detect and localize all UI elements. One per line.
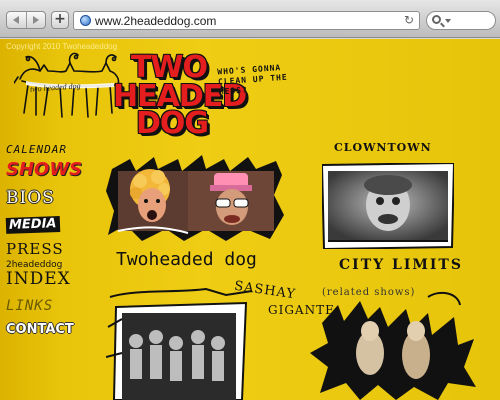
logo-title[interactable]: TWO HEADED DOG: [113, 50, 247, 141]
clowntown-subtitle[interactable]: CITY LIMITS: [339, 257, 463, 273]
clowntown-panel[interactable]: [320, 161, 456, 251]
nav-bios-link[interactable]: BIOS: [6, 188, 55, 208]
featured-shows: Twoheaded dog CLOWNTOWN CITY LIMITS SASH…: [88, 137, 500, 400]
logo-title-line-3: DOG: [135, 106, 209, 141]
related-shows-panel[interactable]: [308, 287, 478, 400]
nav-press-link[interactable]: PRESS: [6, 240, 64, 258]
twoheadeddog-photo: [106, 155, 284, 241]
search-field[interactable]: [426, 11, 496, 30]
related-shows-art: [310, 291, 476, 400]
sashay-vertical-title[interactable]: GIGANTE: [268, 303, 334, 318]
clowntown-photo: [320, 161, 456, 251]
twoheadeddog-panel[interactable]: [106, 155, 286, 241]
nav-contact-link[interactable]: CONTACT: [6, 322, 74, 338]
logo-title-line-1: TWO: [130, 50, 208, 85]
clowntown-title[interactable]: CLOWNTOWN: [334, 141, 432, 154]
url-text[interactable]: www.2headeddog.com: [95, 14, 216, 28]
nav-media-link[interactable]: MEDIA: [5, 216, 60, 234]
new-tab-button[interactable]: +: [51, 11, 69, 29]
nav-index-link[interactable]: INDEX: [6, 269, 71, 289]
browser-toolbar: + www.2headeddog.com ↻: [0, 0, 500, 38]
forward-button[interactable]: [25, 12, 46, 28]
logo-question: WHO'S GONNA CLEAN UP THE MESS?: [217, 63, 288, 97]
nav-calendar-link[interactable]: CALENDAR: [6, 143, 67, 156]
forward-arrow-icon: [32, 16, 39, 24]
nav-shows-link[interactable]: SHOWS: [6, 160, 82, 180]
back-button[interactable]: [7, 12, 26, 28]
web-page: Copyright 2010 Twoheadeddog two headed d…: [0, 39, 500, 400]
globe-icon: [80, 15, 91, 26]
reload-icon[interactable]: ↻: [404, 13, 414, 28]
sashay-panel[interactable]: [105, 287, 254, 400]
sashay-photo: [105, 287, 253, 400]
back-arrow-icon: [13, 16, 20, 24]
chevron-down-icon[interactable]: [445, 19, 451, 23]
nav-links-link[interactable]: LINKS: [6, 298, 53, 315]
search-icon: [432, 15, 441, 24]
address-bar[interactable]: www.2headeddog.com ↻: [73, 11, 420, 30]
twoheadeddog-caption[interactable]: Twoheaded dog: [116, 250, 257, 270]
history-nav: [6, 11, 46, 29]
